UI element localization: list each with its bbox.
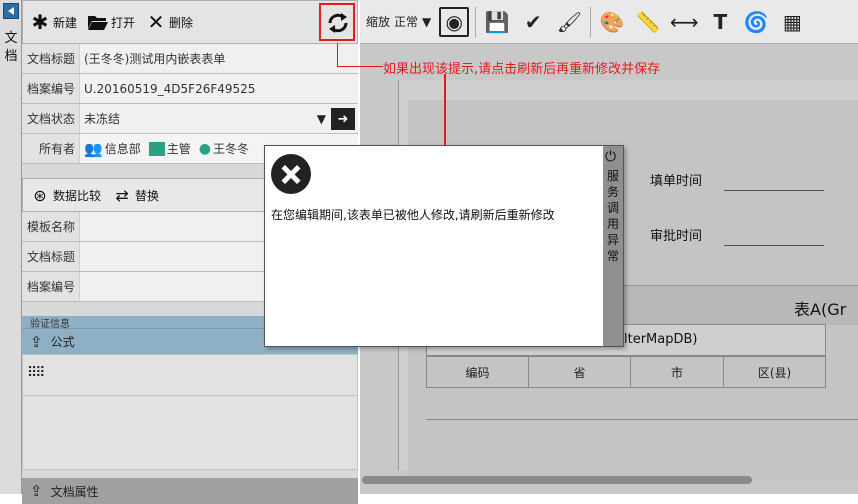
open-button[interactable]: 打开 xyxy=(87,12,135,32)
delete-button[interactable]: ✕ 删除 xyxy=(145,10,194,34)
dialog-side-bar: ⏻ 服务调用异常 xyxy=(603,146,623,346)
document-toolbar: ✱ 新建 打开 ✕ 删除 xyxy=(22,0,358,44)
power-icon[interactable]: ⏻ xyxy=(605,149,616,165)
upload-icon: ⇪ xyxy=(30,482,43,500)
column-header-row: 编码 省 市 区(县) xyxy=(426,356,826,388)
eye-icon[interactable]: ◉ xyxy=(439,6,470,37)
zoom-select[interactable]: 正常 xyxy=(394,13,418,30)
owner-dept: 信息部 xyxy=(104,142,141,156)
check-icon[interactable]: ✔ xyxy=(518,7,548,37)
col-header: 编码 xyxy=(465,365,490,380)
left-strip: 文档 xyxy=(0,0,22,494)
field-label: 文档标题 xyxy=(22,44,80,73)
open-label: 打开 xyxy=(111,15,136,30)
number-value: U.20160519_4D5F26F49525 xyxy=(84,81,256,96)
field-label: 档案编号 xyxy=(22,74,80,103)
delete-label: 删除 xyxy=(169,15,194,30)
doc-props-label: 文档属性 xyxy=(50,484,99,499)
table-empty-row xyxy=(426,388,858,420)
title-value[interactable]: (王冬冬)测试用内嵌表表单 xyxy=(80,50,358,67)
folder-icon xyxy=(87,12,109,32)
chevron-down-icon[interactable]: ▼ xyxy=(317,112,326,126)
font-icon[interactable]: T xyxy=(705,7,735,37)
formula-area: ⠿⠿ xyxy=(22,354,358,470)
field-row-title: 文档标题 (王冬冬)测试用内嵌表表单 xyxy=(22,44,358,74)
annotation-line xyxy=(444,74,446,148)
dialog-message: 在您编辑期间,该表单已被他人修改,请刷新后重新修改 xyxy=(271,208,555,222)
fill-time-label: 填单时间 xyxy=(650,174,703,189)
owner-label: 所有者 xyxy=(22,134,80,163)
refresh-highlight xyxy=(319,3,355,41)
chevron-down-icon[interactable]: ▼ xyxy=(422,15,431,29)
field-row-number: 档案编号 U.20160519_4D5F26F49525 xyxy=(22,74,358,104)
owner-role: 主管 xyxy=(166,142,191,156)
ruler-icon[interactable]: 📏 xyxy=(633,7,663,37)
doc-props-header[interactable]: ⇪ 文档属性 xyxy=(22,478,358,504)
field-row-status: 文档状态 未冻结 ▼ ➜ xyxy=(22,104,358,134)
close-icon: ✕ xyxy=(147,10,165,34)
horizontal-scrollbar[interactable] xyxy=(362,476,752,484)
compare-button[interactable]: ⊛ 数据比较 xyxy=(29,185,101,205)
formula-label: 公式 xyxy=(50,335,75,349)
editor-toolbar: 缩放 正常 ▼ ◉ 💾 ✔ 🖌 🎨 📏 ⟷ T 🌀 ▦ xyxy=(360,0,858,44)
replace-button[interactable]: ⇄ 替换 xyxy=(111,185,159,205)
width-icon[interactable]: ⟷ xyxy=(669,7,699,37)
compare-label: 数据比较 xyxy=(53,188,102,203)
new-button[interactable]: ✱ 新建 xyxy=(29,10,78,34)
grid-icon[interactable]: ⠿⠿ xyxy=(27,365,45,381)
annotation-text: 如果出现该提示,请点击刷新后再重新修改并保存 xyxy=(383,62,661,77)
row-label: 模板名称 xyxy=(22,212,80,241)
row-label: 文档标题 xyxy=(22,242,80,271)
col-header: 区(县) xyxy=(757,365,792,380)
approve-time-label: 审批时间 xyxy=(650,229,703,244)
upload-icon: ⇪ xyxy=(30,332,43,351)
brush-icon[interactable]: 🖌 xyxy=(554,7,584,37)
group-icon: 👥 xyxy=(84,139,103,158)
table-title: 表A(Gr xyxy=(794,300,847,319)
row-label: 档案编号 xyxy=(22,272,80,301)
db-text: lterMapDB) xyxy=(624,332,698,347)
annotation-line xyxy=(337,66,383,67)
strip-label: 文档 xyxy=(4,31,18,64)
col-header: 市 xyxy=(670,365,683,380)
badge-icon xyxy=(148,141,165,156)
side-label: 服务调用异常 xyxy=(606,169,619,263)
palette-icon[interactable]: 🎨 xyxy=(597,7,627,37)
spiral-icon[interactable]: 🌀 xyxy=(741,7,771,37)
person-icon: ● xyxy=(198,140,211,157)
new-label: 新建 xyxy=(53,15,78,30)
annotation-line xyxy=(337,43,338,67)
zoom-label: 缩放 xyxy=(366,15,391,29)
collapse-panel-button[interactable] xyxy=(3,3,19,19)
error-dialog: 在您编辑期间,该表单已被他人修改,请刷新后重新修改 ⏻ 服务调用异常 xyxy=(264,145,624,347)
swap-icon: ⇄ xyxy=(115,185,129,205)
field-label: 文档状态 xyxy=(22,104,80,133)
save-icon[interactable]: 💾 xyxy=(482,7,512,37)
asterisk-icon: ✱ xyxy=(31,10,49,34)
owner-user: 王冬冬 xyxy=(212,142,249,156)
replace-label: 替换 xyxy=(135,188,160,203)
error-icon xyxy=(271,154,311,194)
table-icon[interactable]: ▦ xyxy=(777,7,807,37)
refresh-icon[interactable] xyxy=(326,11,350,35)
compare-icon: ⊛ xyxy=(33,185,47,205)
col-header: 省 xyxy=(573,365,586,380)
go-button[interactable]: ➜ xyxy=(331,108,355,130)
